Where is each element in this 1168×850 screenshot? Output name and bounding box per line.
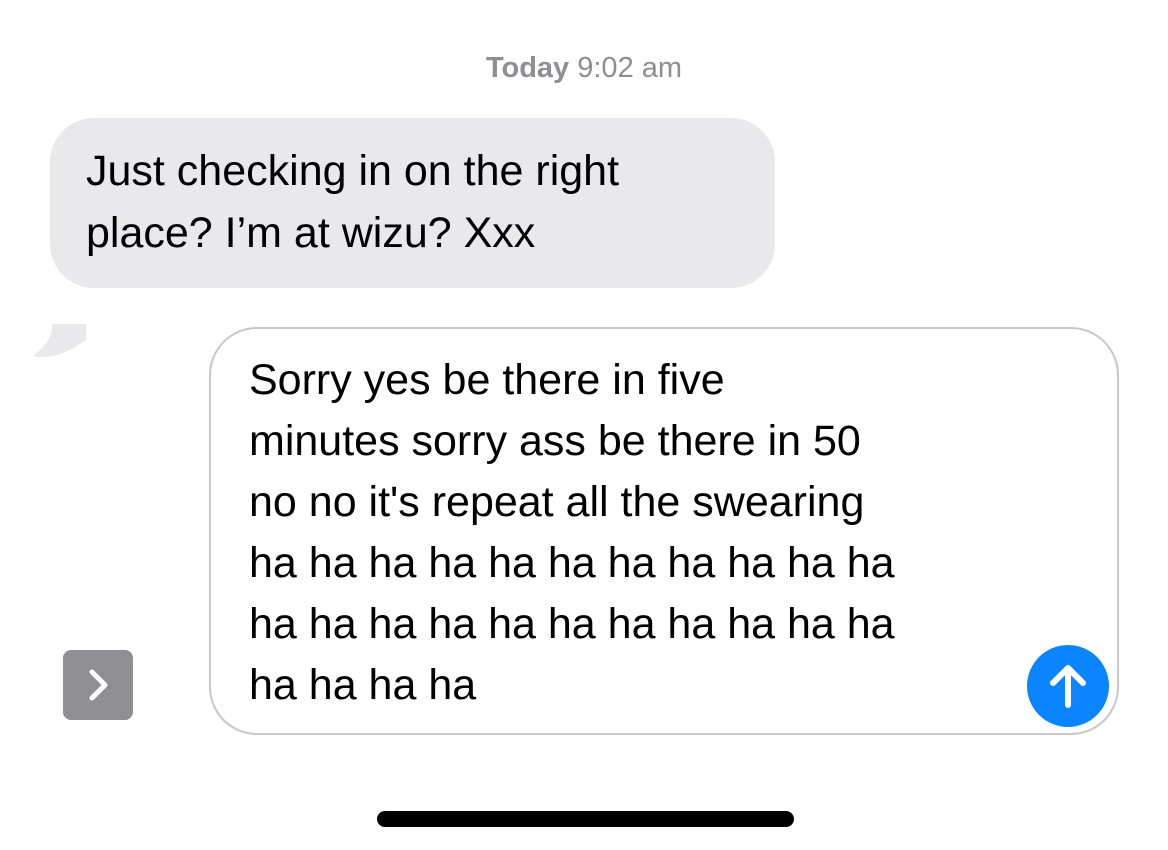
incoming-message-bubble[interactable]: Just checking in on the right place? I’m… [50, 118, 775, 288]
bubble-tail-icon [33, 324, 86, 358]
timestamp-time: 9:02 am [577, 52, 683, 84]
arrow-up-icon [1050, 665, 1086, 708]
incoming-message[interactable]: Just checking in on the right place? I’m… [30, 118, 775, 358]
message-timestamp: Today 9:02 am [0, 52, 1168, 85]
message-input[interactable]: Sorry yes be there in five minutes sorry… [249, 350, 1019, 716]
timestamp-day: Today [485, 52, 570, 84]
expand-apps-button[interactable] [63, 650, 133, 720]
chevron-right-icon [89, 669, 108, 701]
message-composer[interactable]: Sorry yes be there in five minutes sorry… [209, 327, 1119, 735]
send-button[interactable] [1027, 645, 1109, 727]
home-indicator[interactable] [377, 811, 794, 827]
